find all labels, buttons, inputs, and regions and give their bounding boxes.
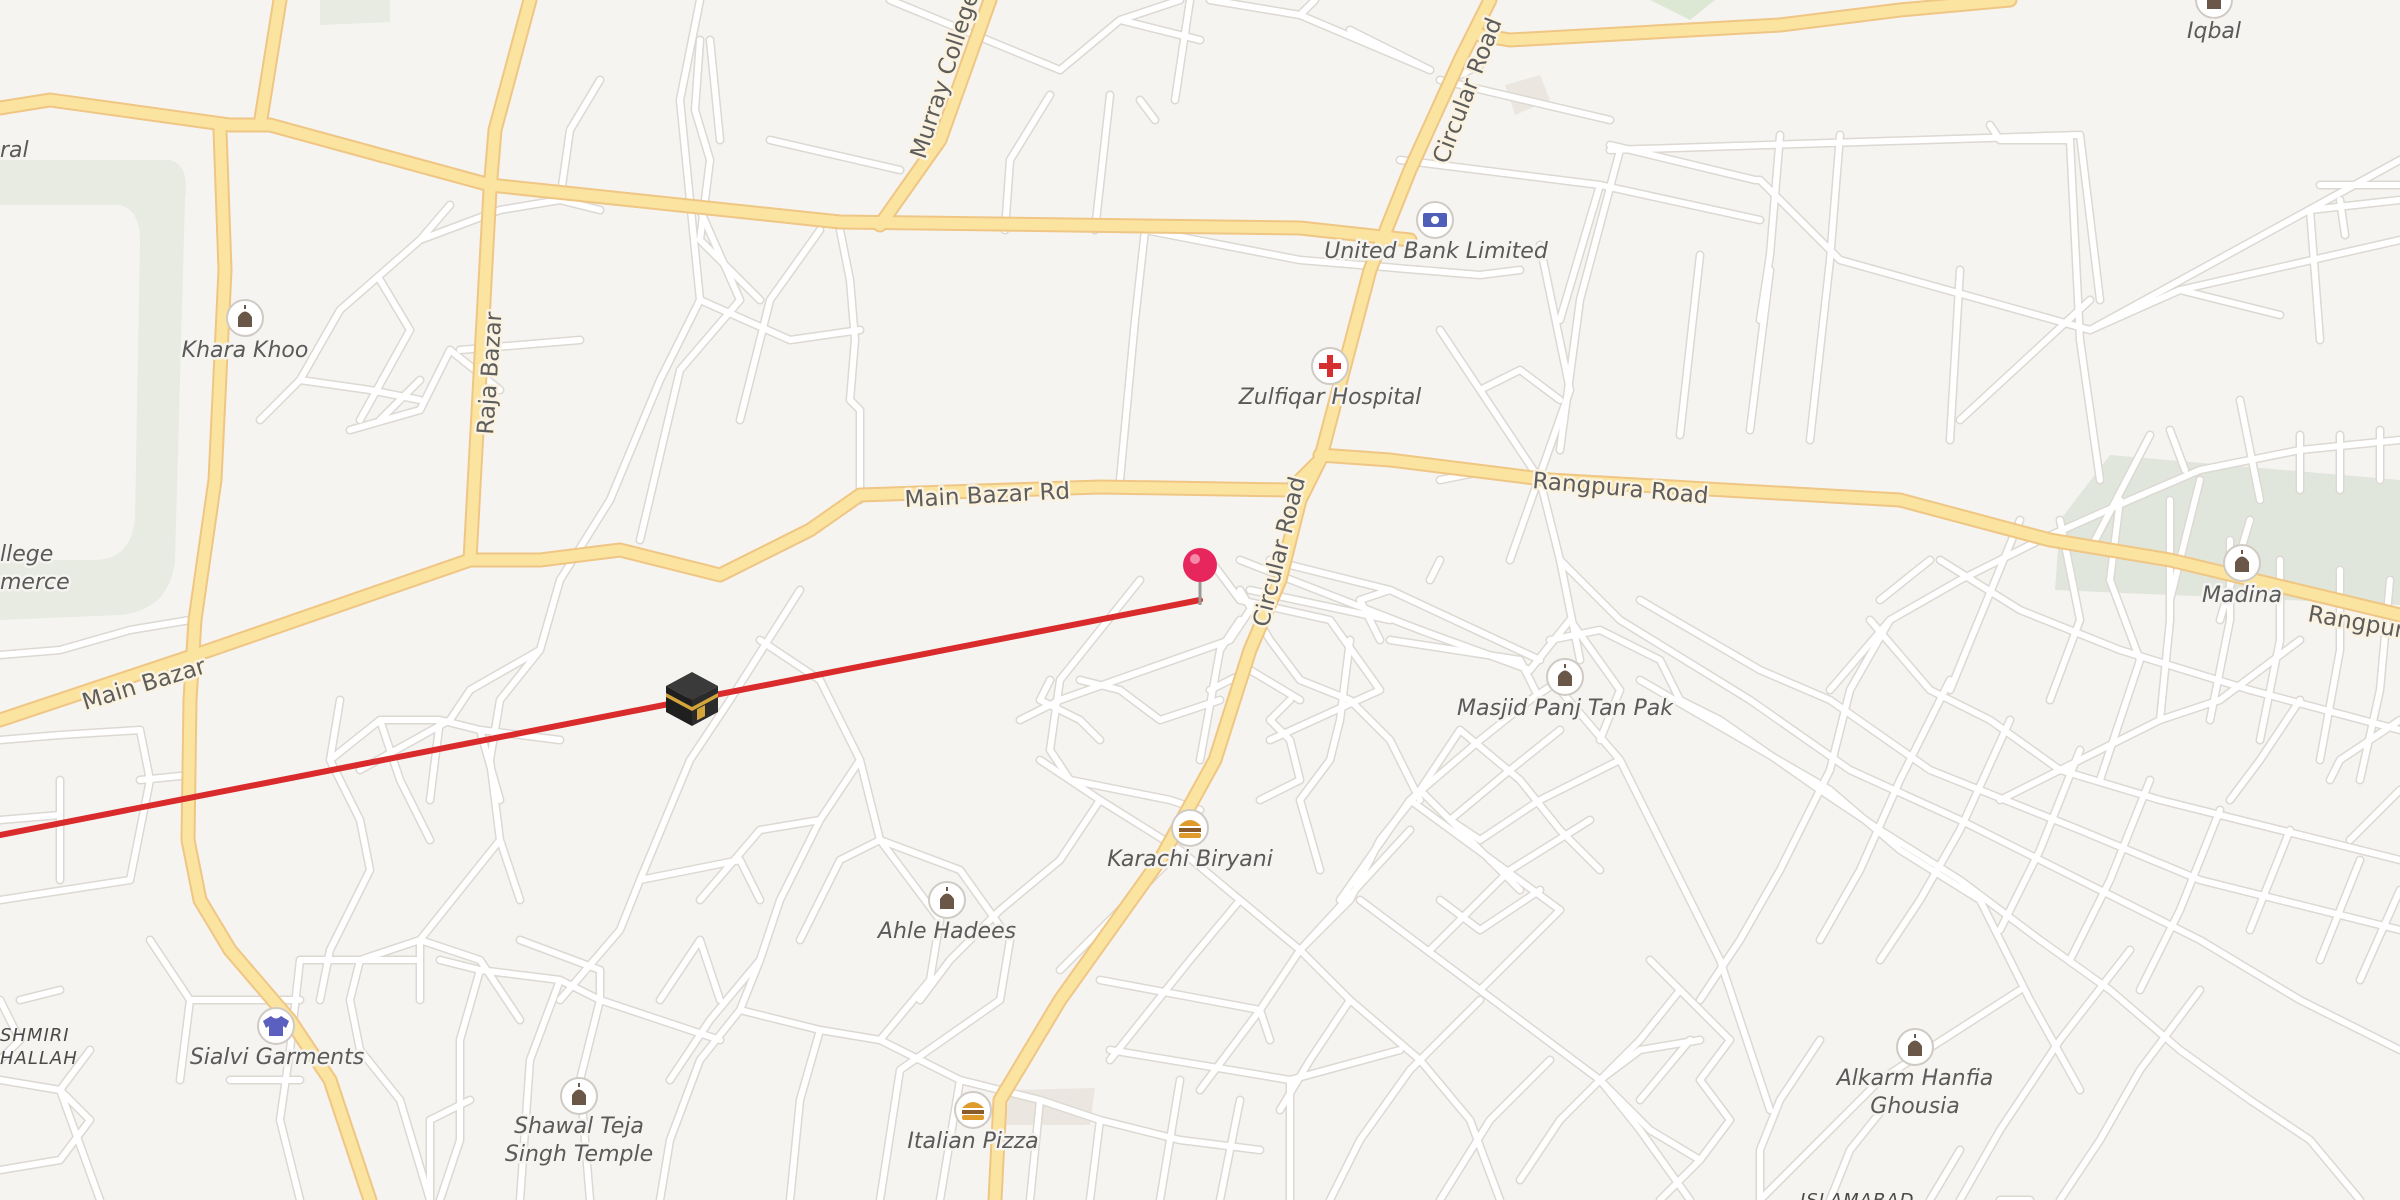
- poi-label: Shawal Teja: [514, 1114, 644, 1139]
- poi-label: Madina: [2202, 583, 2282, 608]
- bank-icon: [1423, 213, 1447, 227]
- road-label-main-bazar-rd: Main Bazar Rd: [904, 478, 1071, 513]
- edge-label-llege: llege: [0, 542, 53, 567]
- mosque-icon: [2207, 0, 2221, 9]
- poi-label: Ahle Hadees: [876, 919, 1016, 944]
- road-label-rangpura-road: Rangpura Road: [1531, 468, 1709, 509]
- edge-label-ral: ral: [0, 138, 29, 163]
- location-pin-marker[interactable]: [1183, 548, 1217, 605]
- edge-label-shmiri: SHMIRI: [0, 1025, 70, 1046]
- park-top-right: [1650, 0, 1715, 20]
- park-top: [320, 0, 390, 25]
- park-west-inner: [0, 205, 140, 560]
- poi-label: Khara Khoo: [182, 338, 309, 363]
- poi-label: Sialvi Garments: [190, 1045, 364, 1070]
- poi-label: United Bank Limited: [1324, 239, 1549, 264]
- poi-label-line2: Ghousia: [1870, 1094, 1959, 1119]
- poi-label: Karachi Biryani: [1107, 847, 1273, 872]
- poi-zulfiqar-hospital[interactable]: Zulfiqar Hospital: [1235, 347, 1424, 413]
- map-canvas[interactable]: Main Bazar Rd Main Bazar Raja Bazar Murr…: [0, 0, 2400, 1200]
- poi-masjid-panj-tan-pak[interactable]: Masjid Panj Tan Pak: [1455, 658, 1677, 724]
- poi-sialvi-garments[interactable]: Sialvi Garments: [187, 1007, 367, 1073]
- poi-label: Zulfiqar Hospital: [1238, 385, 1422, 410]
- poi-label: Alkarm Hanfia: [1835, 1066, 1994, 1091]
- poi-label: Masjid Panj Tan Pak: [1457, 696, 1674, 721]
- poi-khara-khoo[interactable]: Khara Khoo: [179, 299, 311, 366]
- edge-label-merce: merce: [0, 570, 70, 595]
- road-labels: Main Bazar Rd Main Bazar Raja Bazar Murr…: [77, 0, 2400, 718]
- location-pin-icon: [1183, 548, 1217, 605]
- poi-label: Italian Pizza: [907, 1129, 1038, 1154]
- edge-label-islamabad: ISLAMABAD: [1800, 1190, 1914, 1200]
- poi-label-line2: Singh Temple: [505, 1142, 653, 1167]
- kaaba-icon: [666, 672, 718, 726]
- poi-label: Iqbal: [2187, 19, 2241, 44]
- kaaba-marker[interactable]: [666, 672, 718, 726]
- edge-label-hallah: HALLAH: [0, 1048, 78, 1069]
- poi-iqbal[interactable]: Iqbal: [2184, 0, 2244, 47]
